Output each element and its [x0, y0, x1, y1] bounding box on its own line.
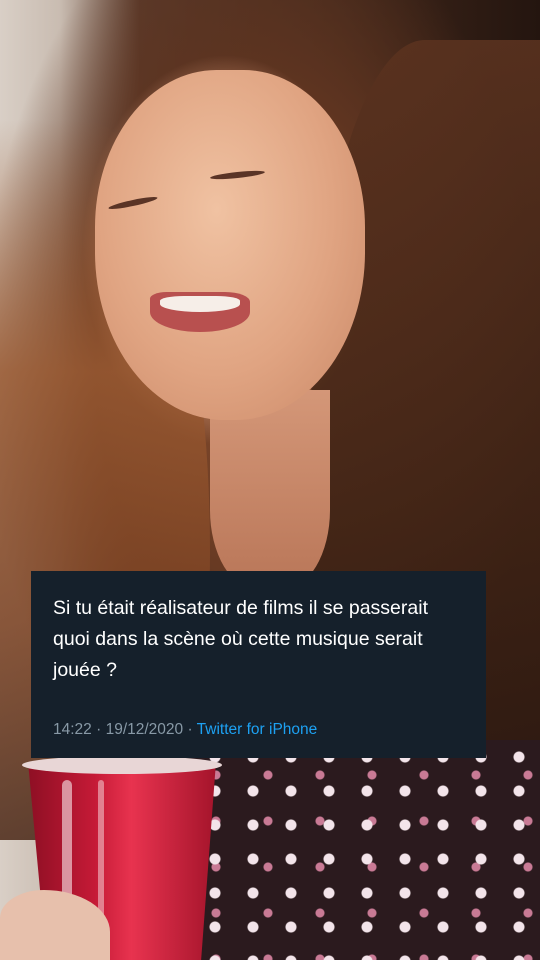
tweet-time: 14:22: [53, 721, 92, 738]
red-cup-rim: [22, 756, 222, 774]
teeth: [160, 296, 240, 312]
background-video-frame: [0, 0, 540, 960]
tweet-meta: 14:22 · 19/12/2020 · Twitter for iPhone: [53, 721, 317, 739]
tweet-source-link[interactable]: Twitter for iPhone: [197, 721, 318, 738]
neck: [210, 390, 330, 590]
meta-separator: ·: [91, 721, 106, 738]
tweet-text: Si tu était réalisateur de films il se p…: [53, 597, 428, 681]
tweet-card[interactable]: Si tu était réalisateur de films il se p…: [31, 571, 486, 758]
meta-separator: ·: [183, 721, 197, 738]
tweet-date: 19/12/2020: [105, 721, 184, 738]
face: [95, 70, 365, 420]
